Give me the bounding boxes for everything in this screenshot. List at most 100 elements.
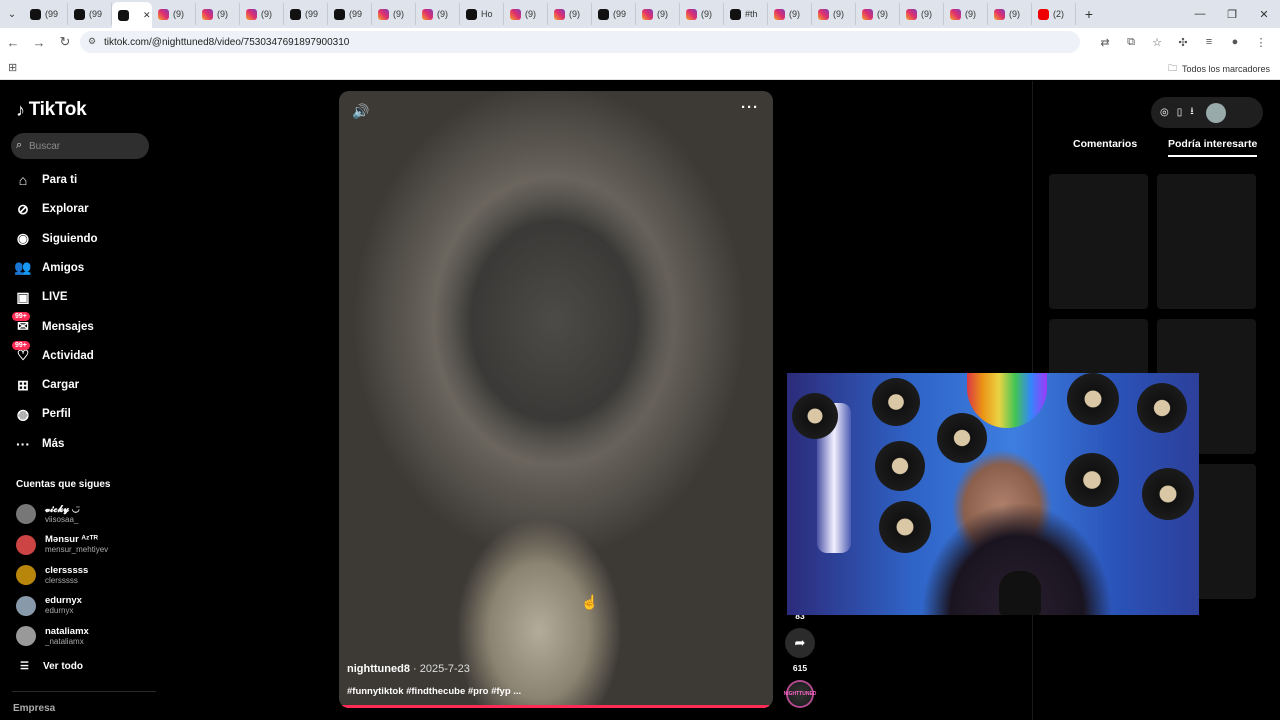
browser-tab[interactable]: (9) <box>768 3 812 25</box>
minimize-icon[interactable]: — <box>1184 0 1216 28</box>
browser-tab[interactable]: #th <box>724 3 768 25</box>
site-info-icon[interactable]: ⚙ <box>88 36 98 47</box>
bookmark-star-icon[interactable]: ☆ <box>1146 36 1168 49</box>
tab-label: (99 <box>45 9 59 19</box>
browser-tab[interactable]: (9) <box>856 3 900 25</box>
video-progress-bar[interactable] <box>339 705 773 708</box>
tab-label: (9) <box>921 9 932 19</box>
tab-label: (9) <box>217 9 228 19</box>
browser-tab[interactable]: (9) <box>548 3 592 25</box>
sidebar-item-para-ti[interactable]: ⌂ Para ti <box>14 168 154 192</box>
browser-tab[interactable]: (99 <box>284 3 328 25</box>
browser-tab[interactable]: (9) <box>812 3 856 25</box>
tiktok-page: ♪ TikTok ⌕ Buscar ⌂ Para ti ⊘ Explorar ◉ Sigu… <box>0 81 1280 720</box>
coins-icon[interactable]: ◎ <box>1160 107 1169 118</box>
extensions-icon[interactable]: ✣ <box>1172 36 1194 49</box>
more-options-icon[interactable]: ··· <box>741 99 759 116</box>
tab-podria-interesarte[interactable]: Podría interesarte <box>1168 138 1258 157</box>
browser-menu-icon[interactable]: ⋮ <box>1250 36 1272 49</box>
video-date: 2025-7-23 <box>419 663 470 675</box>
new-tab-button[interactable]: + <box>1076 6 1102 22</box>
followed-account[interactable]: nataliamx _nataliamx <box>16 623 156 649</box>
browser-tab[interactable]: (9) <box>416 3 460 25</box>
sidebar-item-amigos[interactable]: 👥 Amigos <box>14 256 154 280</box>
sidebar-item-label: Siguiendo <box>42 232 98 245</box>
browser-tab[interactable]: (99 <box>592 3 636 25</box>
all-bookmarks-button[interactable]: 🗀 Todos los marcadores <box>1168 61 1270 77</box>
avatar <box>16 595 36 616</box>
sidebar-item-mensajes[interactable]: ✉ 99+ Mensajes <box>12 311 154 339</box>
followed-account[interactable]: Mənsur ᴬᶻᵀᴿ mensur_mehtiyev <box>16 532 156 558</box>
music-disc-avatar[interactable]: NIGHTTUNED <box>784 680 816 708</box>
account-handle: clersssss <box>45 575 78 585</box>
forward-icon[interactable]: → <box>26 35 52 50</box>
apps-grid-icon[interactable]: ⊞ <box>8 61 17 74</box>
vinyl-record <box>1142 468 1194 520</box>
sidebar-item-live[interactable]: ▣ LIVE <box>14 285 154 309</box>
followed-account[interactable]: clersssss clersssss <box>16 562 156 588</box>
url-field[interactable]: ⚙ tiktok.com/@nighttuned8/video/75303476… <box>80 31 1080 53</box>
instagram-icon <box>378 8 389 20</box>
vinyl-record <box>1065 453 1119 507</box>
browser-tab[interactable]: (9) <box>680 3 724 25</box>
restore-icon[interactable]: ❐ <box>1216 0 1248 28</box>
browser-tab[interactable]: (9) <box>196 3 240 25</box>
video-author[interactable]: nighttuned8 <box>347 663 410 675</box>
upload-icon: ⊞ <box>17 376 29 393</box>
search-input[interactable]: ⌕ Buscar <box>11 133 149 159</box>
video-hashtags[interactable]: #funnytiktok #findthecube #pro #fyp ... <box>347 686 521 697</box>
tab-comentarios[interactable]: Comentarios <box>1073 138 1137 150</box>
user-avatar[interactable] <box>1205 102 1226 123</box>
translate-icon[interactable]: ⇄ <box>1094 36 1116 49</box>
browser-tab[interactable]: (9) <box>240 3 284 25</box>
browser-tab[interactable]: (9) <box>152 3 196 25</box>
browser-tab[interactable]: (9) <box>504 3 548 25</box>
browser-tab[interactable]: (99 <box>24 3 68 25</box>
sidebar-item-siguiendo[interactable]: ◉ Siguiendo <box>14 227 154 251</box>
sidebar-item-perfil[interactable]: ◍ Perfil <box>14 402 154 426</box>
sidebar-item-explorar[interactable]: ⊘ Explorar <box>14 197 154 221</box>
download-icon[interactable]: ⭳ <box>1190 104 1194 121</box>
sidebar-item-actividad[interactable]: ♡ 99+ Actividad <box>12 340 154 368</box>
sidebar-item-más[interactable]: ··· Más <box>14 432 154 456</box>
install-icon[interactable]: ⧉ <box>1120 36 1142 49</box>
browser-tab[interactable]: (9) <box>988 3 1032 25</box>
browser-tab[interactable]: Ho <box>460 3 504 25</box>
tab-label: Ho <box>481 9 493 19</box>
browser-tab[interactable]: ✕ <box>112 2 152 28</box>
suggested-video-card[interactable] <box>1049 174 1148 309</box>
sidebar-item-label: Perfil <box>42 408 71 421</box>
browser-tab[interactable]: (9) <box>944 3 988 25</box>
back-icon[interactable]: ← <box>0 35 26 50</box>
browser-tab[interactable]: (9) <box>900 3 944 25</box>
volume-icon[interactable]: 🔊 <box>352 103 369 120</box>
tab-search-chevron-icon[interactable]: ⌄ <box>0 0 24 28</box>
browser-tab[interactable]: (99 <box>68 3 112 25</box>
account-handle: _nataliamx <box>45 636 84 646</box>
tiktok-logo[interactable]: ♪ TikTok <box>16 99 87 121</box>
followed-account[interactable]: edurnyx edurnyx <box>16 593 156 619</box>
instagram-icon <box>906 8 917 20</box>
media-control-icon[interactable]: ≡ <box>1198 36 1220 48</box>
share-button[interactable]: ➦ <box>785 628 815 658</box>
close-tab-icon[interactable]: ✕ <box>143 10 151 21</box>
profile-icon[interactable]: ● <box>1224 36 1246 48</box>
tab-label: (9) <box>437 9 448 19</box>
device-icon[interactable]: ▯ <box>1177 107 1183 118</box>
reload-icon[interactable]: ↻ <box>52 34 78 50</box>
account-handle: edurnyx <box>45 606 74 615</box>
followed-account[interactable]: 𝓿𝓲𝓬𝓴𝔂 ◡̈ viisosaa_ <box>16 501 156 527</box>
browser-tab[interactable]: (99 <box>328 3 372 25</box>
browser-tab[interactable]: (9) <box>636 3 680 25</box>
suggested-video-card[interactable] <box>1157 174 1256 309</box>
video-player[interactable]: 🔊 ··· nighttuned8 · 2025-7-23 #funnytikt… <box>339 91 773 708</box>
empresa-link[interactable]: Empresa <box>13 703 55 714</box>
close-window-icon[interactable]: ✕ <box>1248 0 1280 28</box>
tiktok-icon <box>334 8 345 20</box>
sidebar: ♪ TikTok ⌕ Buscar ⌂ Para ti ⊘ Explorar ◉ Sigu… <box>0 81 160 720</box>
browser-tab[interactable]: (2) <box>1032 3 1076 25</box>
search-placeholder: Buscar <box>29 140 61 152</box>
browser-tab[interactable]: (9) <box>372 3 416 25</box>
sidebar-item-cargar[interactable]: ⊞ Cargar <box>14 373 154 397</box>
see-all-button[interactable]: ☰ Ver todo <box>20 661 83 672</box>
